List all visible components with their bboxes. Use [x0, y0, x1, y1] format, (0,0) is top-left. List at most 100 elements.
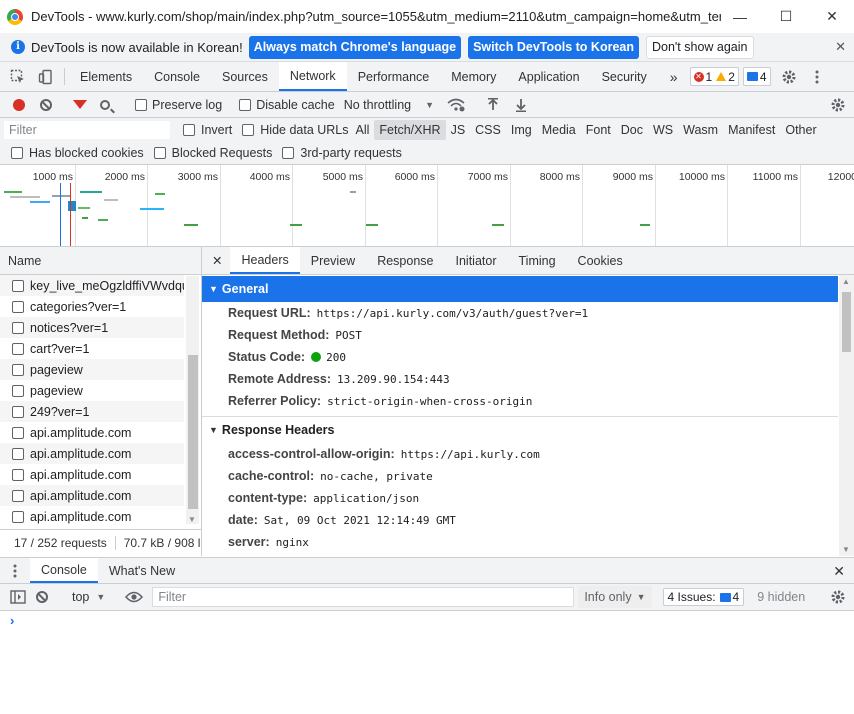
response-headers-section-header[interactable]: ▼ Response Headers: [202, 417, 854, 443]
request-row[interactable]: api.amplitude.com: [0, 422, 184, 443]
tab-performance[interactable]: Performance: [347, 62, 441, 91]
tab-sources[interactable]: Sources: [211, 62, 279, 91]
console-filter-input[interactable]: Filter: [152, 587, 575, 607]
has-blocked-cookies-checkbox[interactable]: [11, 147, 23, 159]
clear-console-icon[interactable]: [36, 591, 48, 603]
console-output[interactable]: ›: [0, 611, 854, 714]
filter-type-media[interactable]: Media: [537, 120, 581, 140]
filter-type-font[interactable]: Font: [581, 120, 616, 140]
tab-console[interactable]: Console: [143, 62, 211, 91]
export-har-icon[interactable]: [507, 92, 535, 118]
general-section-header[interactable]: ▼ General: [202, 276, 838, 302]
maximize-button[interactable]: ☐: [763, 0, 809, 33]
live-expression-eye-icon[interactable]: [120, 591, 148, 603]
name-column-header[interactable]: Name: [0, 247, 201, 275]
request-row[interactable]: notices?ver=1: [0, 317, 184, 338]
console-issues-button[interactable]: 4 Issues: 4: [662, 588, 745, 606]
context-dropdown-arrow-icon[interactable]: ▼: [96, 592, 105, 602]
tab-application[interactable]: Application: [507, 62, 590, 91]
details-scrollbar[interactable]: ▲ ▼: [839, 275, 854, 556]
context-selector[interactable]: top: [72, 590, 89, 604]
scrollbar-thumb[interactable]: [188, 355, 198, 509]
tab-preview[interactable]: Preview: [300, 247, 366, 274]
drawer-menu-icon[interactable]: [0, 558, 30, 583]
invert-checkbox[interactable]: [183, 124, 195, 136]
request-row[interactable]: cart?ver=1: [0, 338, 184, 359]
customize-menu-icon[interactable]: [803, 62, 831, 91]
filter-type-js[interactable]: JS: [446, 120, 471, 140]
tab-elements[interactable]: Elements: [69, 62, 143, 91]
scroll-down-arrow-icon[interactable]: ▼: [188, 515, 196, 524]
tab-cookies[interactable]: Cookies: [567, 247, 634, 274]
device-toolbar-icon[interactable]: [32, 62, 60, 91]
third-party-requests-checkbox[interactable]: [282, 147, 295, 159]
switch-to-korean-button[interactable]: Switch DevTools to Korean: [468, 35, 639, 59]
close-details-icon[interactable]: ✕: [202, 247, 230, 274]
network-overview-timeline[interactable]: 1000 ms 2000 ms 3000 ms 4000 ms 5000 ms …: [0, 165, 854, 247]
tab-memory[interactable]: Memory: [440, 62, 507, 91]
filter-type-manifest[interactable]: Manifest: [723, 120, 780, 140]
search-icon[interactable]: [100, 99, 110, 110]
hide-data-urls-checkbox[interactable]: [242, 124, 255, 136]
inspect-element-icon[interactable]: [4, 62, 32, 91]
scroll-up-arrow-icon[interactable]: ▲: [842, 277, 850, 286]
filter-type-css[interactable]: CSS: [470, 120, 506, 140]
drawer-tab-console[interactable]: Console: [30, 558, 98, 583]
minimize-button[interactable]: —: [717, 0, 763, 33]
request-row[interactable]: api.amplitude.com: [0, 506, 184, 527]
filter-icon[interactable]: [73, 100, 87, 109]
issue-counter-badge[interactable]: ✕ 1 2: [689, 67, 739, 86]
waterfall-bar: [184, 224, 198, 226]
disable-cache-checkbox[interactable]: [239, 98, 252, 111]
request-name: api.amplitude.com: [30, 467, 132, 482]
filter-type-img[interactable]: Img: [506, 120, 537, 140]
settings-gear-icon[interactable]: [775, 62, 803, 91]
request-list-scrollbar[interactable]: ▼: [186, 276, 199, 524]
tab-timing[interactable]: Timing: [508, 247, 567, 274]
log-levels-dropdown[interactable]: Info only ▼: [578, 586, 652, 608]
request-row[interactable]: api.amplitude.com: [0, 485, 184, 506]
close-window-button[interactable]: ✕: [809, 0, 854, 33]
dont-show-again-button[interactable]: Don't show again: [645, 35, 754, 59]
network-settings-gear-icon[interactable]: [824, 92, 852, 118]
import-har-icon[interactable]: [479, 92, 507, 118]
throttling-dropdown-arrow-icon[interactable]: ▼: [425, 100, 434, 110]
drawer-tab-whats-new[interactable]: What's New: [98, 558, 186, 583]
tab-response[interactable]: Response: [366, 247, 444, 274]
request-row[interactable]: api.amplitude.com: [0, 443, 184, 464]
infobar-close-icon[interactable]: ✕: [835, 39, 846, 55]
network-conditions-icon[interactable]: [442, 92, 470, 118]
filter-type-wasm[interactable]: Wasm: [678, 120, 723, 140]
request-row[interactable]: api.amplitude.com: [0, 464, 184, 485]
filter-type-other[interactable]: Other: [780, 120, 821, 140]
throttling-select[interactable]: No throttling: [344, 98, 411, 112]
filter-type-fetch-xhr[interactable]: Fetch/XHR: [374, 120, 446, 140]
close-drawer-icon[interactable]: ✕: [833, 563, 845, 580]
always-match-language-button[interactable]: Always match Chrome's language: [248, 35, 462, 59]
request-row[interactable]: key_live_meOgzldffiVWvdquf: [0, 275, 184, 296]
console-settings-gear-icon[interactable]: [824, 584, 852, 610]
preserve-log-checkbox[interactable]: [135, 98, 147, 111]
tab-security[interactable]: Security: [591, 62, 658, 91]
messages-badge[interactable]: 4: [742, 67, 771, 86]
scrollbar-thumb[interactable]: [842, 292, 851, 352]
header-key: date:: [228, 513, 258, 527]
preserve-log-label: Preserve log: [152, 97, 223, 112]
more-tabs-button[interactable]: »: [658, 62, 686, 91]
clear-log-icon[interactable]: [40, 98, 52, 111]
filter-type-doc[interactable]: Doc: [616, 120, 648, 140]
request-row[interactable]: categories?ver=1: [0, 296, 184, 317]
show-sidebar-icon[interactable]: [4, 590, 32, 604]
filter-type-ws[interactable]: WS: [648, 120, 678, 140]
filter-input[interactable]: Filter: [4, 121, 170, 139]
request-row[interactable]: pageview: [0, 359, 184, 380]
request-row[interactable]: pageview: [0, 380, 184, 401]
request-row[interactable]: 249?ver=1: [0, 401, 184, 422]
tab-network[interactable]: Network: [278, 62, 347, 91]
tab-headers[interactable]: Headers: [230, 247, 300, 274]
tab-initiator[interactable]: Initiator: [445, 247, 508, 274]
filter-type-all[interactable]: All: [351, 120, 375, 140]
blocked-requests-checkbox[interactable]: [153, 147, 166, 159]
scroll-down-arrow-icon[interactable]: ▼: [842, 545, 850, 554]
record-button-icon[interactable]: [13, 98, 25, 111]
